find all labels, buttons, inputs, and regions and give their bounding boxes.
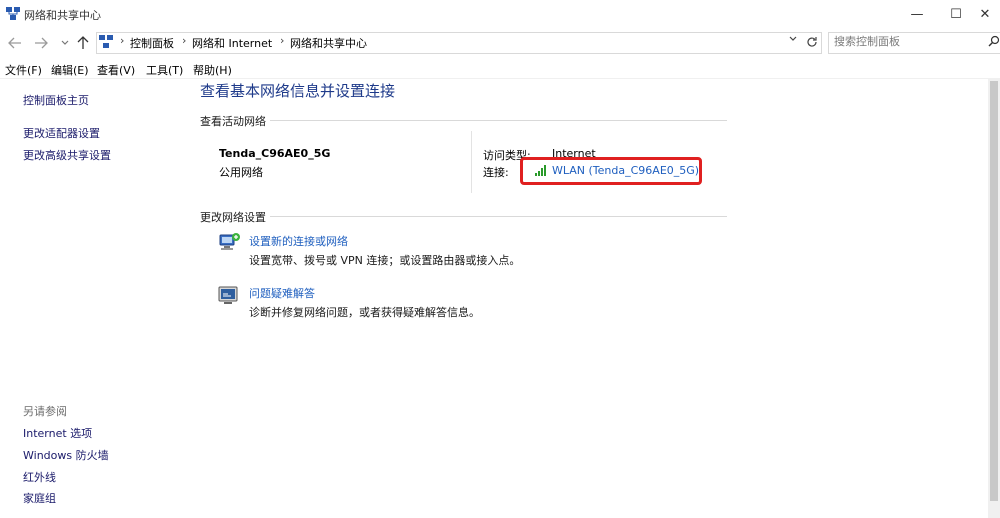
recent-locations-button[interactable] xyxy=(56,34,74,52)
arrow-right-icon xyxy=(35,37,48,49)
arrow-left-icon xyxy=(8,37,21,49)
window-title: 网络和共享中心 xyxy=(24,9,101,22)
troubleshoot-desc: 诊断并修复网络问题，或者获得疑难解答信息。 xyxy=(249,306,480,319)
menu-divider xyxy=(0,78,1000,79)
network-center-icon xyxy=(6,7,20,20)
network-category[interactable]: 公用网络 xyxy=(219,164,263,180)
see-also-infrared[interactable]: 红外线 xyxy=(23,469,56,485)
menu-tools[interactable]: 工具(T) xyxy=(146,62,183,78)
section-divider xyxy=(200,216,727,217)
page-title: 查看基本网络信息并设置连接 xyxy=(200,82,396,100)
new-connection-icon xyxy=(219,233,240,250)
setup-new-connection-link[interactable]: 设置新的连接或网络 xyxy=(249,233,348,249)
title-bar xyxy=(0,0,1000,30)
section-divider xyxy=(200,120,727,121)
wlan-connection-link[interactable]: WLAN (Tenda_C96AE0_5G) xyxy=(552,164,699,177)
change-settings-heading: 更改网络设置 xyxy=(200,209,270,225)
refresh-icon xyxy=(807,37,817,47)
breadcrumb-separator: › xyxy=(120,34,125,47)
forward-button[interactable] xyxy=(32,34,50,52)
menu-edit[interactable]: 编辑(E) xyxy=(51,62,89,78)
see-also-internet-options[interactable]: Internet 选项 xyxy=(23,425,92,441)
menu-help[interactable]: 帮助(H) xyxy=(193,62,232,78)
chevron-down-icon xyxy=(61,40,69,45)
back-button[interactable] xyxy=(6,34,24,52)
menu-view[interactable]: 查看(V) xyxy=(97,62,135,78)
network-name: Tenda_C96AE0_5G xyxy=(219,147,331,160)
search-icon[interactable] xyxy=(988,35,1000,47)
address-dropdown-button[interactable] xyxy=(786,35,800,45)
see-also-homegroup[interactable]: 家庭组 xyxy=(23,490,56,506)
breadcrumb-control-panel[interactable]: 控制面板 xyxy=(130,35,174,51)
breadcrumb-separator: › xyxy=(280,34,285,47)
see-also-windows-firewall[interactable]: Windows 防火墙 xyxy=(23,447,109,463)
chevron-down-icon xyxy=(789,36,797,41)
sidebar-link-advanced-sharing[interactable]: 更改高级共享设置 xyxy=(23,147,111,163)
setup-new-connection-desc: 设置宽带、拨号或 VPN 连接；或设置路由器或接入点。 xyxy=(249,254,521,267)
menu-file[interactable]: 文件(F) xyxy=(5,62,42,78)
breadcrumb-network-center[interactable]: 网络和共享中心 xyxy=(290,35,367,51)
see-also-heading: 另请参阅 xyxy=(23,405,67,418)
sidebar-link-change-adapter-settings[interactable]: 更改适配器设置 xyxy=(23,125,100,141)
active-networks-heading: 查看活动网络 xyxy=(200,113,270,129)
breadcrumb-separator: › xyxy=(182,34,187,47)
refresh-button[interactable] xyxy=(802,32,822,52)
search-input[interactable] xyxy=(834,35,984,48)
wifi-signal-icon xyxy=(535,165,546,176)
scrollbar-thumb[interactable] xyxy=(990,81,998,501)
troubleshoot-link[interactable]: 问题疑难解答 xyxy=(249,285,315,301)
connection-label: 连接: xyxy=(483,166,509,179)
network-divider xyxy=(471,131,472,193)
sidebar-link-control-panel-home[interactable]: 控制面板主页 xyxy=(23,92,89,108)
breadcrumb-network-internet[interactable]: 网络和 Internet xyxy=(192,35,272,51)
troubleshoot-icon xyxy=(218,286,238,304)
control-panel-icon xyxy=(99,35,113,48)
up-button[interactable] xyxy=(74,34,92,52)
arrow-up-icon xyxy=(77,36,89,49)
close-button[interactable]: ✕ xyxy=(962,0,1000,28)
